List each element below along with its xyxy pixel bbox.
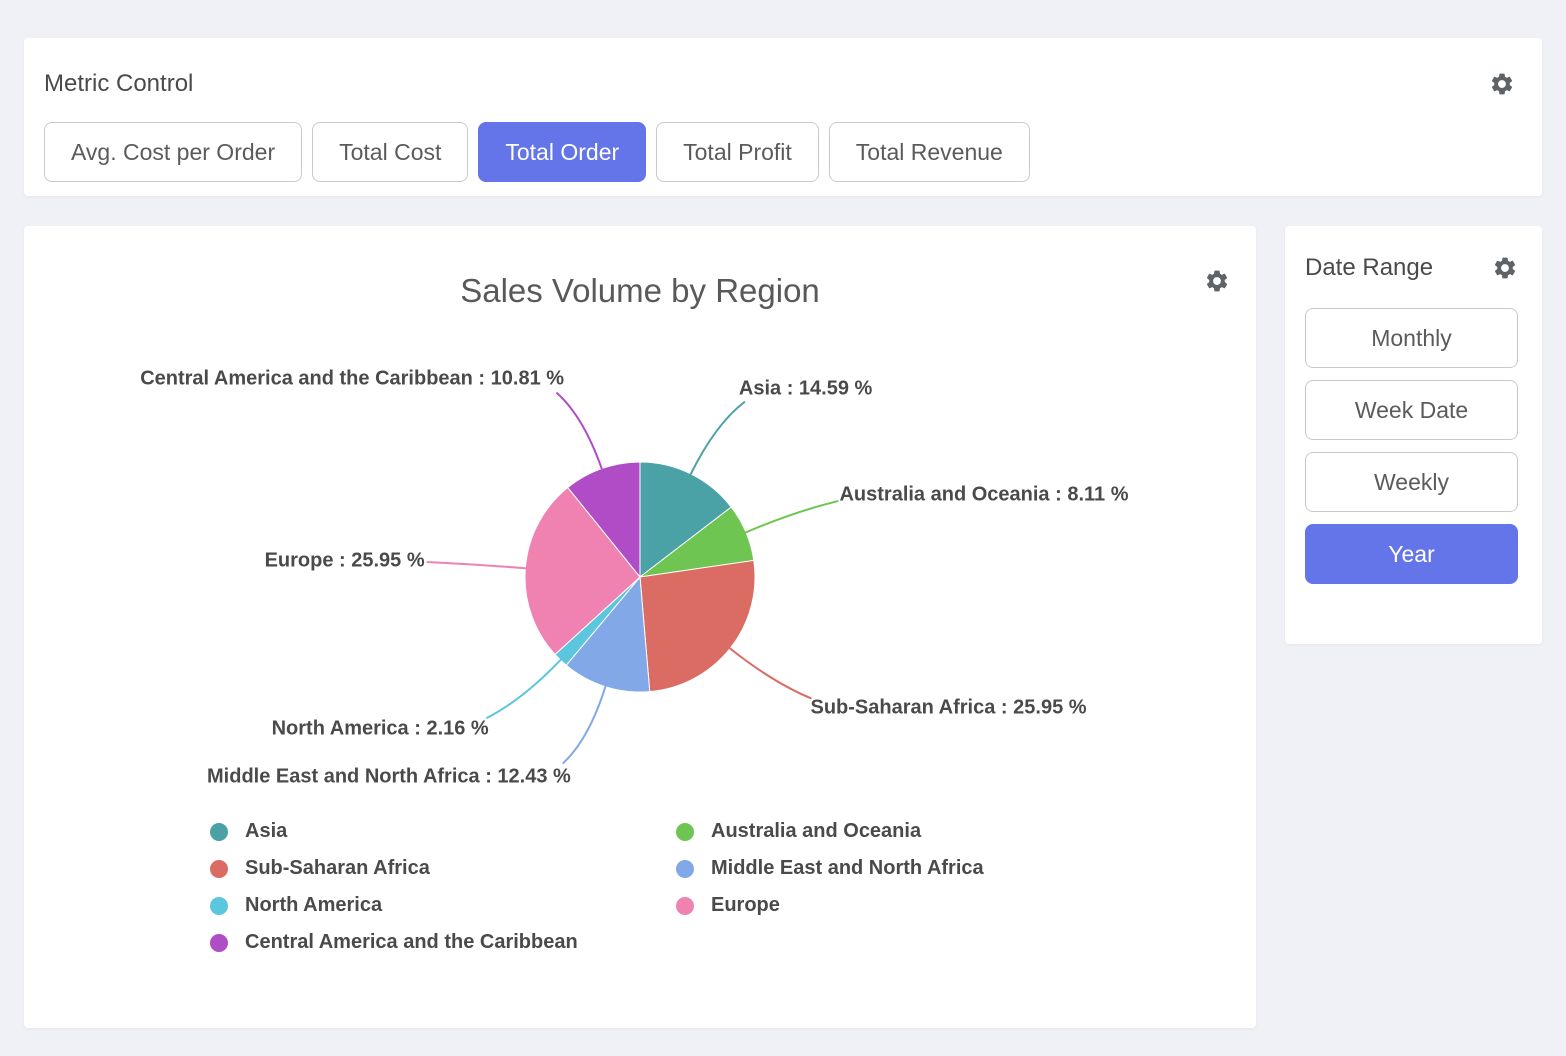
metric-control-title: Metric Control <box>44 70 193 98</box>
label-line-middle-east-and-north-africa <box>563 687 605 763</box>
legend-item-australia-and-oceania[interactable]: Australia and Oceania <box>676 820 984 843</box>
gear-icon <box>1492 255 1518 281</box>
date-range-button-monthly[interactable]: Monthly <box>1305 308 1518 368</box>
legend-label: Central America and the Caribbean <box>245 931 578 954</box>
legend-dot-asia <box>210 823 228 841</box>
date-range-settings-button[interactable] <box>1492 255 1518 281</box>
legend-item-middle-east-and-north-africa[interactable]: Middle East and North Africa <box>676 857 984 880</box>
label-line-australia-and-oceania <box>746 501 838 532</box>
label-line-europe <box>428 562 526 568</box>
pie-label-europe: Europe : 25.95 % <box>265 549 425 572</box>
legend-label: Middle East and North Africa <box>711 857 984 880</box>
metric-control-panel: Metric Control Avg. Cost per OrderTotal … <box>24 38 1542 196</box>
legend-dot-central-america-and-the-caribbean <box>210 934 228 952</box>
label-line-asia <box>691 402 744 474</box>
metric-button-avg-cost-per-order[interactable]: Avg. Cost per Order <box>44 122 302 182</box>
pie-label-sub-saharan-africa: Sub-Saharan Africa : 25.95 % <box>811 696 1087 719</box>
pie-label-north-america: North America : 2.16 % <box>272 717 489 740</box>
metric-button-total-profit[interactable]: Total Profit <box>656 122 819 182</box>
date-range-panel: Date Range Monthly Week Date Weekly Year <box>1285 226 1542 644</box>
legend-dot-middle-east-and-north-africa <box>676 860 694 878</box>
pie-label-central-america-and-the-caribbean: Central America and the Caribbean : 10.8… <box>140 367 564 390</box>
legend-dot-north-america <box>210 897 228 915</box>
date-range-button-weekly[interactable]: Weekly <box>1305 452 1518 512</box>
pie-label-middle-east-and-north-africa: Middle East and North Africa : 12.43 % <box>207 766 571 789</box>
legend-label: North America <box>245 894 382 917</box>
metric-settings-button[interactable] <box>1489 71 1515 97</box>
legend-label: Sub-Saharan Africa <box>245 857 430 880</box>
metric-button-total-cost[interactable]: Total Cost <box>312 122 468 182</box>
date-range-title: Date Range <box>1305 254 1433 282</box>
pie-label-australia-and-oceania: Australia and Oceania : 8.11 % <box>839 484 1128 507</box>
date-range-button-year[interactable]: Year <box>1305 524 1518 584</box>
date-range-header: Date Range <box>1305 254 1518 282</box>
date-range-button-week-date[interactable]: Week Date <box>1305 380 1518 440</box>
legend-label: Asia <box>245 820 287 843</box>
legend-item-asia[interactable]: Asia <box>210 820 676 843</box>
label-line-sub-saharan-africa <box>730 648 811 698</box>
pie-slice-sub-saharan-africa[interactable] <box>640 560 755 691</box>
label-line-north-america <box>487 660 560 718</box>
date-range-buttons: Monthly Week Date Weekly Year <box>1305 308 1518 584</box>
metric-button-total-revenue[interactable]: Total Revenue <box>829 122 1030 182</box>
legend-dot-australia-and-oceania <box>676 823 694 841</box>
legend-dot-europe <box>676 897 694 915</box>
metric-control-header: Metric Control <box>44 70 1515 98</box>
legend-item-europe[interactable]: Europe <box>676 894 984 917</box>
legend-label: Australia and Oceania <box>711 820 921 843</box>
gear-icon <box>1489 71 1515 97</box>
legend-item-central-america-and-the-caribbean[interactable]: Central America and the Caribbean <box>210 931 676 954</box>
legend-dot-sub-saharan-africa <box>210 860 228 878</box>
metric-buttons: Avg. Cost per OrderTotal CostTotal Order… <box>44 122 1515 182</box>
label-line-central-america-and-the-caribbean <box>557 393 602 468</box>
chart-legend: Asia Australia and Oceania Sub-Saharan Afr… <box>210 820 984 954</box>
legend-item-sub-saharan-africa[interactable]: Sub-Saharan Africa <box>210 857 676 880</box>
legend-item-north-america[interactable]: North America <box>210 894 676 917</box>
page: { "page": { "background": "#F0F1F6", "ca… <box>0 0 1566 1056</box>
metric-button-total-order[interactable]: Total Order <box>478 122 646 182</box>
chart-panel: Sales Volume by Region Asia : 14.59 %Aus… <box>24 226 1256 1028</box>
legend-label: Europe <box>711 894 780 917</box>
pie-label-asia: Asia : 14.59 % <box>739 377 872 400</box>
